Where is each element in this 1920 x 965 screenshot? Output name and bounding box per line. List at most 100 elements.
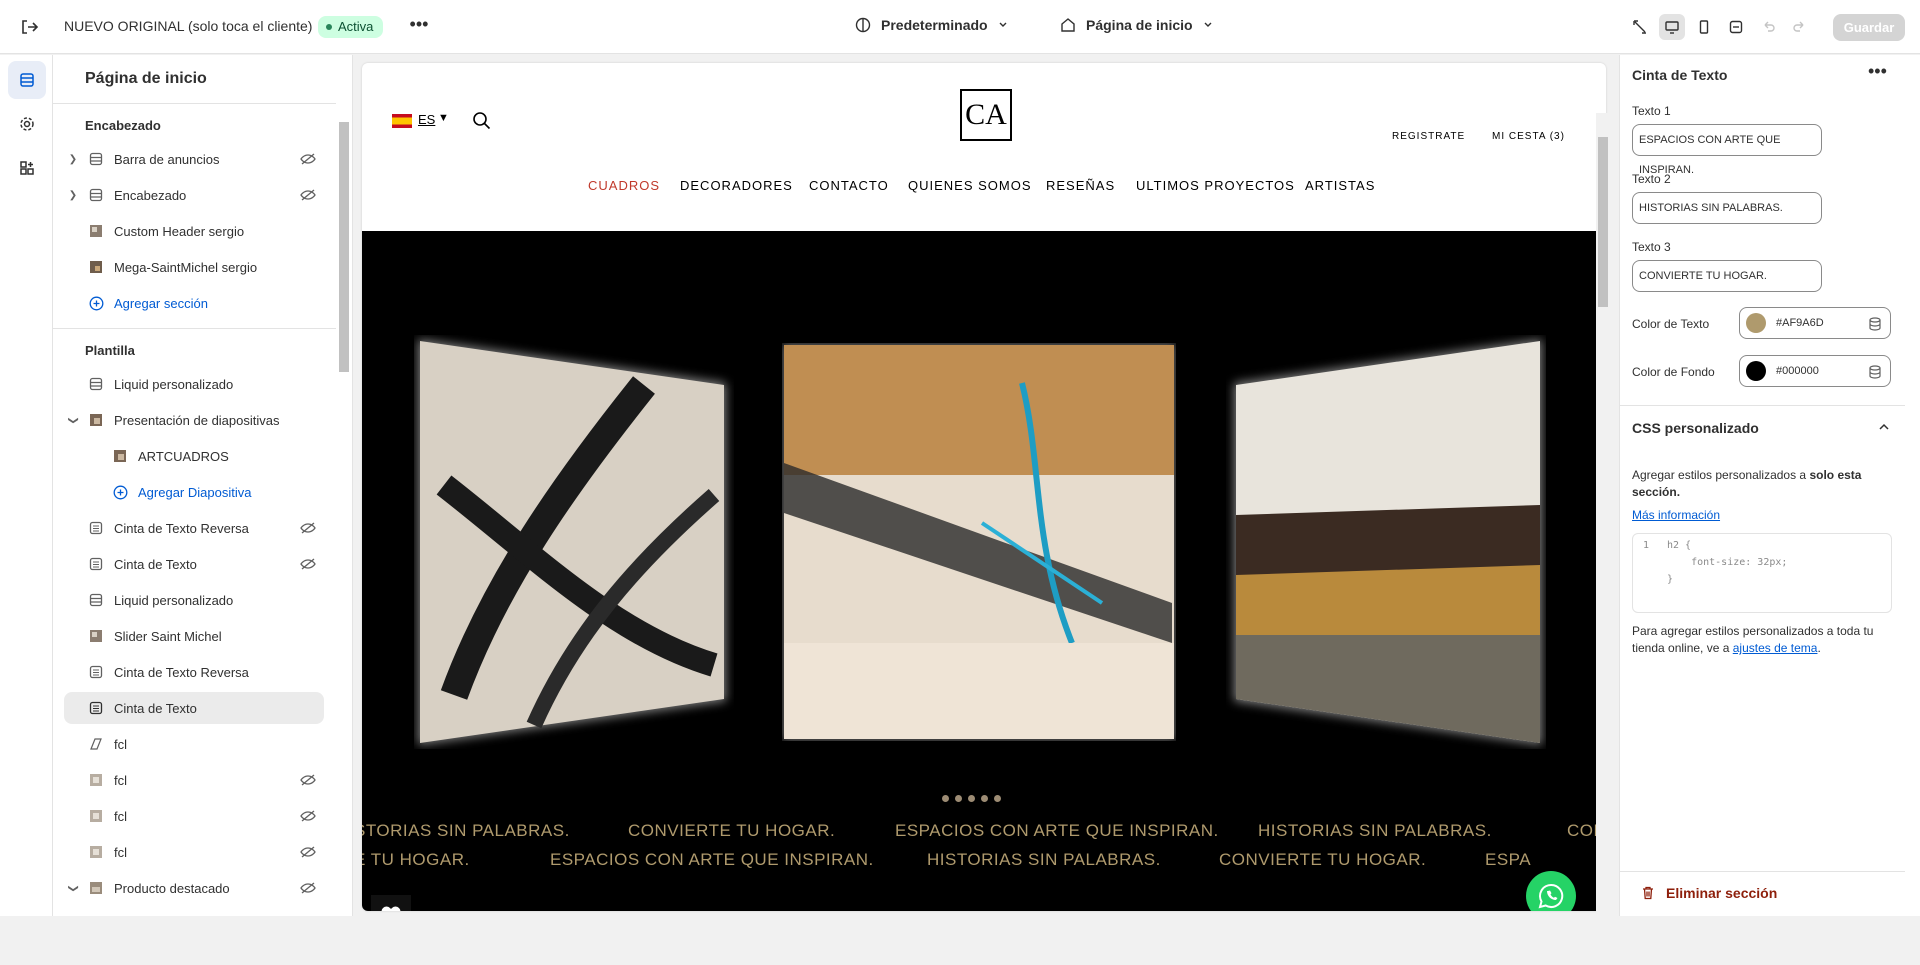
- undo-icon[interactable]: [1755, 14, 1781, 40]
- add-block-button[interactable]: Agregar Diapositiva: [64, 476, 324, 508]
- language-selector[interactable]: ES: [418, 112, 435, 127]
- nav-item-ultimos-proyectos[interactable]: ULTIMOS PROYECTOS: [1136, 178, 1295, 193]
- theme-selector[interactable]: Predeterminado: [855, 17, 1008, 33]
- slider-dot[interactable]: [994, 795, 1001, 802]
- product-icon: [88, 880, 104, 896]
- ticker-text: ESPACIOS CON ARTE QUE INSPIRAN.: [550, 850, 874, 869]
- ticker-text: ESPACIOS CON ARTE QUE INSPIRAN.: [895, 821, 1219, 840]
- dynamic-source-icon[interactable]: [1868, 365, 1882, 382]
- save-button[interactable]: Guardar: [1833, 14, 1905, 41]
- cart-link[interactable]: MI CESTA (3): [1492, 131, 1565, 142]
- sections-icon[interactable]: [8, 61, 46, 99]
- hero-slider[interactable]: STORIAS SIN PALABRAS. CONVIERTE TU HOGAR…: [362, 231, 1606, 911]
- slider-dot[interactable]: [955, 795, 962, 802]
- eye-hidden-icon[interactable]: [300, 773, 316, 790]
- section-item[interactable]: Mega-SaintMichel sergio: [64, 251, 324, 283]
- artwork-image-left[interactable]: [414, 335, 734, 749]
- eye-hidden-icon[interactable]: [300, 152, 316, 169]
- nav-item-decoradores[interactable]: DECORADORES: [680, 178, 793, 193]
- section-item[interactable]: ❯ Barra de anuncios: [64, 143, 324, 175]
- slider-pagination[interactable]: [942, 795, 1001, 802]
- palette-icon: [855, 17, 871, 33]
- eye-hidden-icon[interactable]: [300, 557, 316, 574]
- store-preview[interactable]: ES ▼ CA REGISTRATE MI CESTA (3) CUADROS …: [362, 63, 1606, 911]
- text2-field[interactable]: HISTORIAS SIN PALABRAS.: [1632, 192, 1822, 224]
- chevron-right-icon[interactable]: ❯: [66, 190, 80, 201]
- section-item[interactable]: Slider Saint Michel: [64, 620, 324, 652]
- wishlist-heart-icon[interactable]: [371, 895, 411, 911]
- section-item[interactable]: Liquid personalizado: [64, 584, 324, 616]
- section-item[interactable]: ❯ Encabezado: [64, 179, 324, 211]
- text-color-picker[interactable]: #AF9A6D: [1739, 307, 1891, 339]
- color-swatch[interactable]: [1746, 313, 1766, 333]
- section-item[interactable]: ❯ Producto destacado: [64, 872, 324, 904]
- nav-item-quienes-somos[interactable]: QUIENES SOMOS: [908, 178, 1032, 193]
- eye-hidden-icon[interactable]: [300, 521, 316, 538]
- search-icon[interactable]: [472, 111, 492, 134]
- settings-gear-icon[interactable]: [8, 105, 46, 143]
- section-item[interactable]: Cinta de Texto: [64, 548, 324, 580]
- chevron-down-icon[interactable]: ❯: [68, 881, 79, 895]
- text-section-icon: [88, 700, 104, 716]
- store-logo[interactable]: CA: [960, 89, 1012, 141]
- mobile-view-icon[interactable]: [1691, 14, 1717, 40]
- dynamic-source-icon[interactable]: [1868, 317, 1882, 334]
- css-code-editor[interactable]: 1 h2 { font-size: 32px; }: [1632, 533, 1892, 613]
- preview-canvas: ES ▼ CA REGISTRATE MI CESTA (3) CUADROS …: [353, 55, 1619, 965]
- eye-hidden-icon[interactable]: [300, 809, 316, 826]
- nav-item-contacto[interactable]: CONTACTO: [809, 178, 889, 193]
- sidebar-scroll-thumb[interactable]: [339, 122, 349, 372]
- eye-hidden-icon[interactable]: [300, 845, 316, 862]
- inspector-icon[interactable]: [1627, 14, 1653, 40]
- whatsapp-button[interactable]: [1526, 871, 1576, 911]
- apps-icon[interactable]: [8, 149, 46, 187]
- chevron-up-icon[interactable]: [1878, 421, 1890, 436]
- section-item-selected[interactable]: Cinta de Texto: [64, 692, 324, 724]
- section-item-label: fcl: [114, 808, 127, 824]
- eye-hidden-icon[interactable]: [300, 881, 316, 898]
- section-item[interactable]: Cinta de Texto Reversa: [64, 512, 324, 544]
- block-item[interactable]: ARTCUADROS: [64, 440, 324, 472]
- section-item[interactable]: Liquid personalizado: [64, 368, 324, 400]
- more-info-link[interactable]: Más información: [1632, 507, 1892, 524]
- section-item[interactable]: ❯ Presentación de diapositivas: [64, 404, 324, 436]
- section-item[interactable]: fcl: [64, 764, 324, 796]
- more-options-button[interactable]: •••: [1868, 61, 1887, 82]
- desktop-view-icon[interactable]: [1659, 14, 1685, 40]
- bg-color-picker[interactable]: #000000: [1739, 355, 1891, 387]
- delete-section-button[interactable]: Eliminar sección: [1640, 885, 1777, 901]
- theme-settings-link[interactable]: ajustes de tema: [1733, 641, 1818, 655]
- page-selector[interactable]: Página de inicio: [1060, 17, 1213, 33]
- code-line: }: [1667, 574, 1674, 585]
- sections-sidebar: Página de inicio Encabezado ❯ Barra de a…: [53, 55, 353, 916]
- section-item[interactable]: fcl: [64, 728, 324, 760]
- artwork-image-center[interactable]: [782, 343, 1176, 741]
- nav-item-resenas[interactable]: RESEÑAS: [1046, 178, 1115, 193]
- fullscreen-view-icon[interactable]: [1723, 14, 1749, 40]
- nav-item-cuadros[interactable]: CUADROS: [588, 178, 660, 193]
- slider-dot[interactable]: [968, 795, 975, 802]
- nav-item-artistas[interactable]: ARTISTAS: [1305, 178, 1375, 193]
- slider-dot[interactable]: [981, 795, 988, 802]
- section-item[interactable]: fcl: [64, 836, 324, 868]
- text-color-label: Color de Texto: [1632, 317, 1710, 331]
- eye-hidden-icon[interactable]: [300, 188, 316, 205]
- section-item[interactable]: Custom Header sergio: [64, 215, 324, 247]
- add-section-button[interactable]: Agregar sección: [64, 287, 324, 319]
- chevron-right-icon[interactable]: ❯: [66, 154, 80, 165]
- custom-css-title: CSS personalizado: [1632, 420, 1759, 436]
- exit-icon[interactable]: [18, 16, 40, 38]
- spain-flag-icon: [392, 114, 412, 128]
- text3-field[interactable]: CONVIERTE TU HOGAR.: [1632, 260, 1822, 292]
- preview-scroll-thumb[interactable]: [1598, 137, 1608, 307]
- text1-field[interactable]: ESPACIOS CON ARTE QUE INSPIRAN.: [1632, 124, 1822, 176]
- redo-icon[interactable]: [1787, 14, 1813, 40]
- chevron-down-icon[interactable]: ❯: [68, 413, 79, 427]
- more-actions-button[interactable]: •••: [408, 14, 430, 38]
- register-link[interactable]: REGISTRATE: [1392, 131, 1465, 142]
- section-item[interactable]: Cinta de Texto Reversa: [64, 656, 324, 688]
- section-item[interactable]: fcl: [64, 800, 324, 832]
- artwork-image-right[interactable]: [1226, 335, 1546, 749]
- color-swatch[interactable]: [1746, 361, 1766, 381]
- slider-dot[interactable]: [942, 795, 949, 802]
